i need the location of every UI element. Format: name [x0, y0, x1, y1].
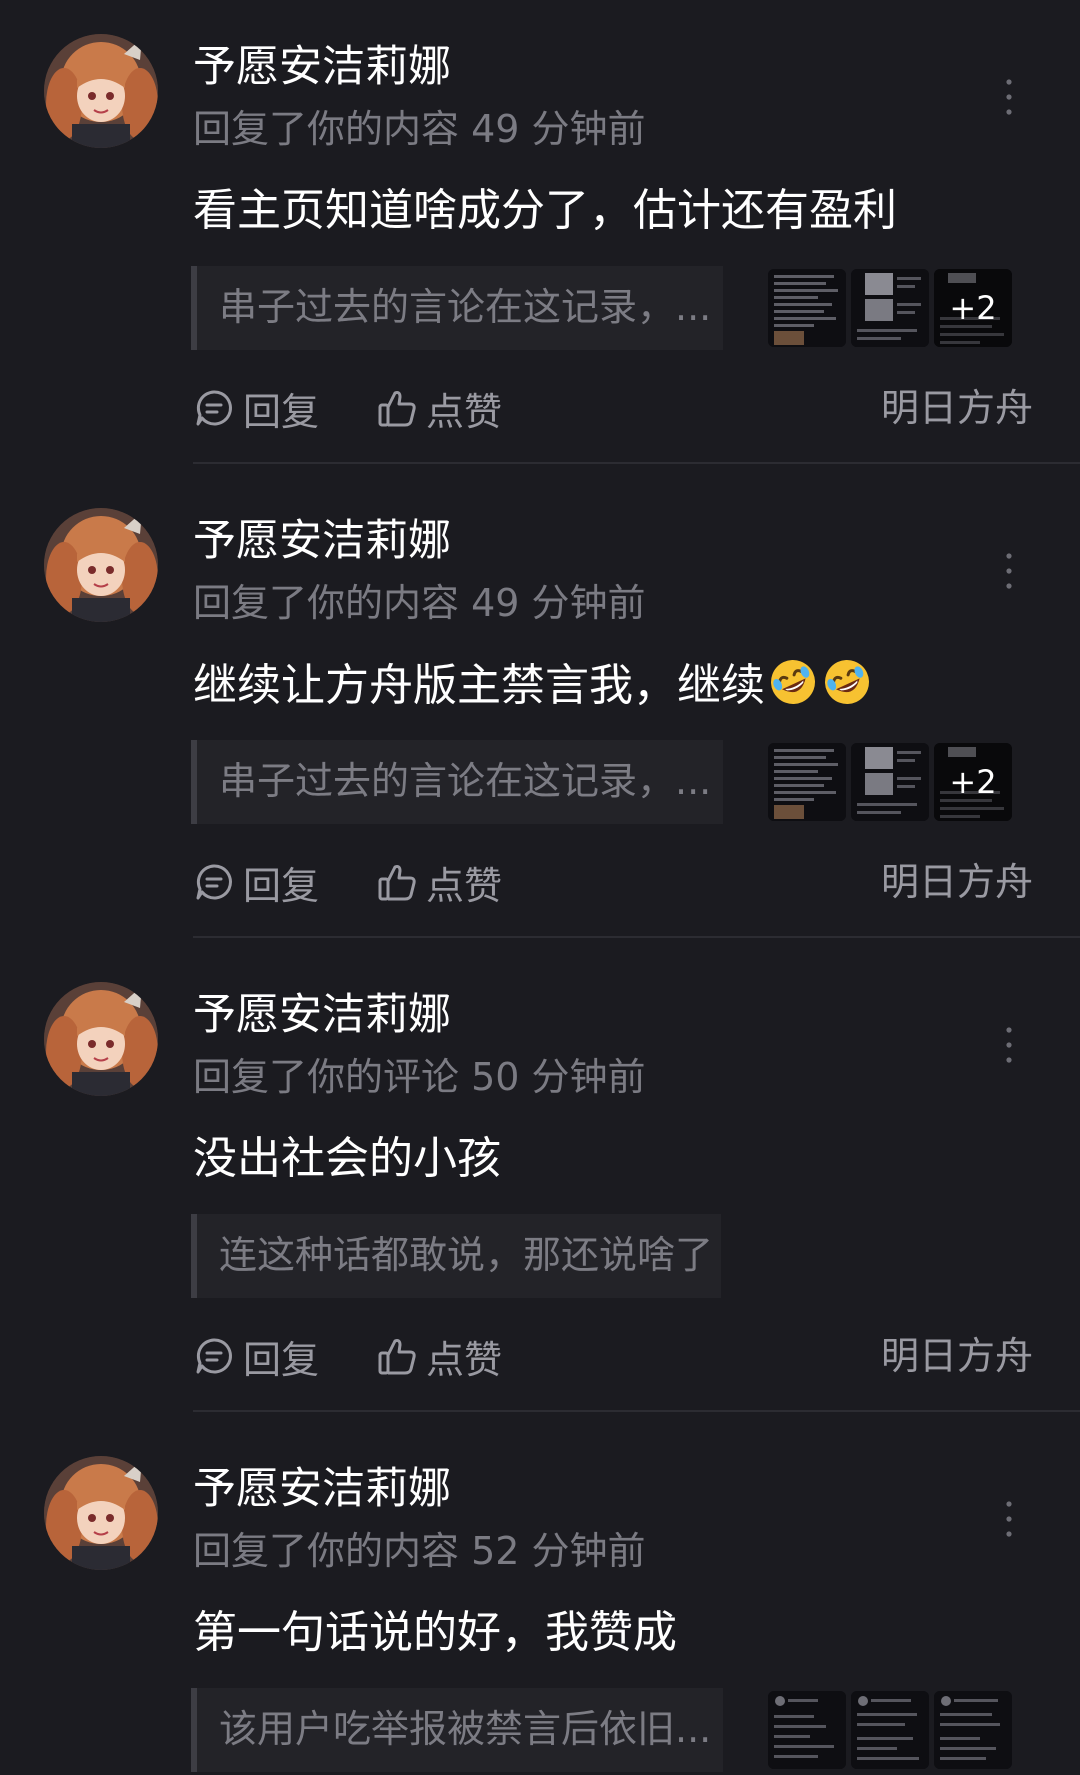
thumbnail[interactable] [768, 743, 846, 821]
thumbnail[interactable] [851, 743, 929, 821]
quoted-post-text: 该用户吃举报被禁言后依旧... [219, 1707, 712, 1751]
more-options-icon[interactable] [996, 72, 1022, 122]
reply-label: 回复 [243, 863, 320, 908]
like-button[interactable]: 点赞 [376, 852, 502, 912]
quoted-post-text: 串子过去的言论在这记录，... [219, 759, 712, 803]
thumbs-up-icon [378, 1339, 416, 1375]
reply-meta: 回复了你的内容 52 分钟前 [193, 1529, 646, 1573]
reply-content: 第一句话说的好，我赞成 [193, 1604, 677, 1662]
rolling-on-floor-laughing-emoji [771, 660, 815, 704]
username[interactable]: 予愿安洁莉娜 [193, 40, 451, 94]
forum-tag[interactable]: 明日方舟 [881, 852, 1033, 912]
username[interactable]: 予愿安洁莉娜 [193, 1462, 451, 1516]
like-label: 点赞 [426, 863, 503, 908]
reply-button[interactable]: 回复 [193, 378, 319, 438]
like-label: 点赞 [426, 389, 503, 434]
reply-meta: 回复了你的内容 49 分钟前 [193, 107, 646, 151]
avatar[interactable] [44, 508, 158, 622]
reply-text: 第一句话说的好，我赞成 [193, 1607, 677, 1658]
thumbnail[interactable] [851, 1691, 929, 1769]
comment-icon [196, 864, 232, 900]
avatar[interactable] [44, 1456, 158, 1570]
more-images-count: +2 [934, 269, 1012, 347]
thumbnail[interactable] [768, 269, 846, 347]
notification-item[interactable]: 予愿安洁莉娜 回复了你的内容 49 分钟前 看主页知道啥成分了，估计还有盈利 串… [0, 0, 1080, 474]
thumbnail[interactable] [934, 1691, 1012, 1769]
reply-content: 继续让方舟版主禁言我，继续 [193, 656, 873, 715]
notification-item[interactable]: 予愿安洁莉娜 回复了你的内容 49 分钟前 继续让方舟版主禁言我，继续 串子过去… [0, 474, 1080, 948]
divider [193, 462, 1080, 464]
quoted-comment[interactable]: 连这种话都敢说，那还说啥了 [191, 1214, 721, 1298]
quoted-post[interactable]: 串子过去的言论在这记录，... [191, 266, 723, 350]
notification-item[interactable]: 予愿安洁莉娜 回复了你的评论 50 分钟前 没出社会的小孩 连这种话都敢说，那还… [0, 948, 1080, 1422]
more-options-icon[interactable] [996, 1494, 1022, 1544]
quoted-post-thumbnails[interactable]: +2 [766, 740, 1016, 824]
forum-tag[interactable]: 明日方舟 [881, 1326, 1033, 1386]
avatar[interactable] [44, 34, 158, 148]
quoted-post[interactable]: 该用户吃举报被禁言后依旧... [191, 1688, 723, 1772]
username[interactable]: 予愿安洁莉娜 [193, 514, 451, 568]
quoted-post-thumbnails[interactable] [766, 1688, 1016, 1772]
quoted-comment-text: 连这种话都敢说，那还说啥了 [219, 1233, 714, 1277]
comment-icon [196, 1338, 232, 1374]
action-bar: 回复 点赞 明日方舟 [193, 378, 1033, 438]
forum-tag[interactable]: 明日方舟 [881, 378, 1033, 438]
thumbs-up-icon [378, 865, 416, 901]
more-images-count: +2 [934, 743, 1012, 821]
reply-text: 没出社会的小孩 [193, 1133, 501, 1184]
thumbnail[interactable] [851, 269, 929, 347]
reply-label: 回复 [243, 389, 320, 434]
quoted-post-thumbnails[interactable]: +2 [766, 266, 1016, 350]
avatar[interactable] [44, 982, 158, 1096]
like-label: 点赞 [426, 1337, 503, 1382]
reply-meta: 回复了你的内容 49 分钟前 [193, 581, 646, 625]
reply-label: 回复 [243, 1337, 320, 1382]
notification-item[interactable]: 予愿安洁莉娜 回复了你的内容 52 分钟前 第一句话说的好，我赞成 该用户吃举报… [0, 1422, 1080, 1775]
quoted-post[interactable]: 串子过去的言论在这记录，... [191, 740, 723, 824]
like-button[interactable]: 点赞 [376, 378, 502, 438]
reply-button[interactable]: 回复 [193, 852, 319, 912]
quoted-post-text: 串子过去的言论在这记录，... [219, 285, 712, 329]
reply-content: 没出社会的小孩 [193, 1130, 501, 1188]
username[interactable]: 予愿安洁莉娜 [193, 988, 451, 1042]
thumbs-up-icon [378, 391, 416, 427]
more-options-icon[interactable] [996, 1020, 1022, 1070]
reply-text: 看主页知道啥成分了，估计还有盈利 [193, 185, 897, 236]
thumbnail[interactable] [768, 1691, 846, 1769]
like-button[interactable]: 点赞 [376, 1326, 502, 1386]
thumbnail[interactable]: +2 [934, 269, 1012, 347]
reply-text: 继续让方舟版主禁言我，继续 [193, 660, 765, 711]
more-options-icon[interactable] [996, 546, 1022, 596]
divider [193, 936, 1080, 938]
reply-content: 看主页知道啥成分了，估计还有盈利 [193, 182, 897, 240]
reply-meta: 回复了你的评论 50 分钟前 [193, 1055, 646, 1099]
thumbnail[interactable]: +2 [934, 743, 1012, 821]
action-bar: 回复 点赞 明日方舟 [193, 852, 1033, 912]
reply-button[interactable]: 回复 [193, 1326, 319, 1386]
action-bar: 回复 点赞 明日方舟 [193, 1326, 1033, 1386]
comment-icon [196, 390, 232, 426]
rolling-on-floor-laughing-emoji [825, 660, 869, 704]
divider [193, 1410, 1080, 1412]
